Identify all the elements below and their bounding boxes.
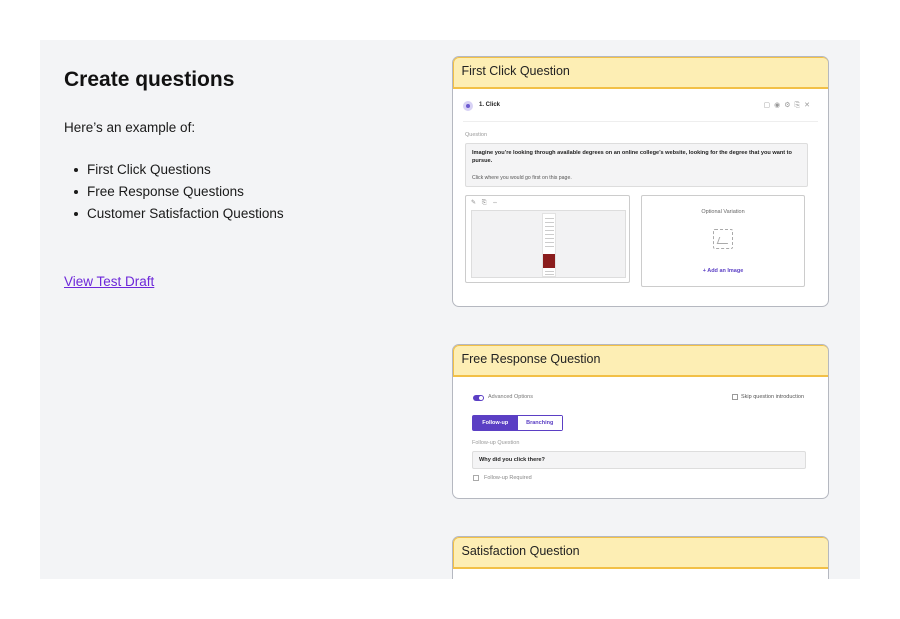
question-types-list: First Click Questions Free Response Ques… [74,159,284,225]
card-header: Free Response Question [453,345,828,377]
block-label: 1. Click [479,101,501,108]
list-item: Free Response Questions [74,181,284,203]
free-response-card: Free Response Question Advanced Options … [452,344,829,499]
intro-text: Here’s an example of: [64,120,196,135]
toggle-icon [473,394,484,401]
tab-followup: Follow-up [473,415,518,430]
view-test-draft-link[interactable]: View Test Draft [64,274,154,289]
first-click-card: First Click Question 1. Click ▢◉⚙⎘✕ Ques… [452,56,829,307]
followup-label: Follow-up Question [472,439,520,446]
skip-intro-label: Skip question introduction [741,393,804,400]
followup-input: Why did you click there? [472,450,806,469]
question-textarea: Imagine you’re looking through available… [465,142,808,187]
page-thumbnail [542,212,556,277]
checkbox-icon [473,474,479,481]
screenshot-frame [471,209,626,278]
checkbox-icon [732,393,738,400]
optional-variation-pane: Optional Variation + Add an Image [641,194,805,287]
list-item: Customer Satisfaction Questions [74,203,284,225]
card-header: Satisfaction Question [453,537,828,569]
question-label: Question [465,131,488,138]
edit-icon: ✎ ⎘ ⇔ [471,199,501,206]
avatar-icon [463,100,473,111]
followup-tabs: Follow-up Branching [472,414,563,431]
content-panel: Create questions Here’s an example of: F… [40,40,860,579]
question-text: Imagine you’re looking through available… [472,149,792,164]
page-title: Create questions [64,68,235,91]
satisfaction-card: Satisfaction Question [452,536,829,579]
image-preview-pane: ✎ ⎘ ⇔ [465,194,630,283]
followup-required-label: Follow-up Required [484,474,532,481]
add-image-link: + Add an Image [702,267,744,274]
image-placeholder-icon [713,228,733,249]
divider [463,120,818,122]
list-item: First Click Questions [74,159,284,181]
card-header: First Click Question [453,57,828,89]
tab-branching: Branching [517,415,562,430]
advanced-options-label: Advanced Options [488,393,533,400]
toolbar-icons: ▢◉⚙⎘✕ [763,101,814,109]
optional-variation-label: Optional Variation [701,208,745,215]
question-subtext: Click where you would go first on this p… [472,174,572,181]
